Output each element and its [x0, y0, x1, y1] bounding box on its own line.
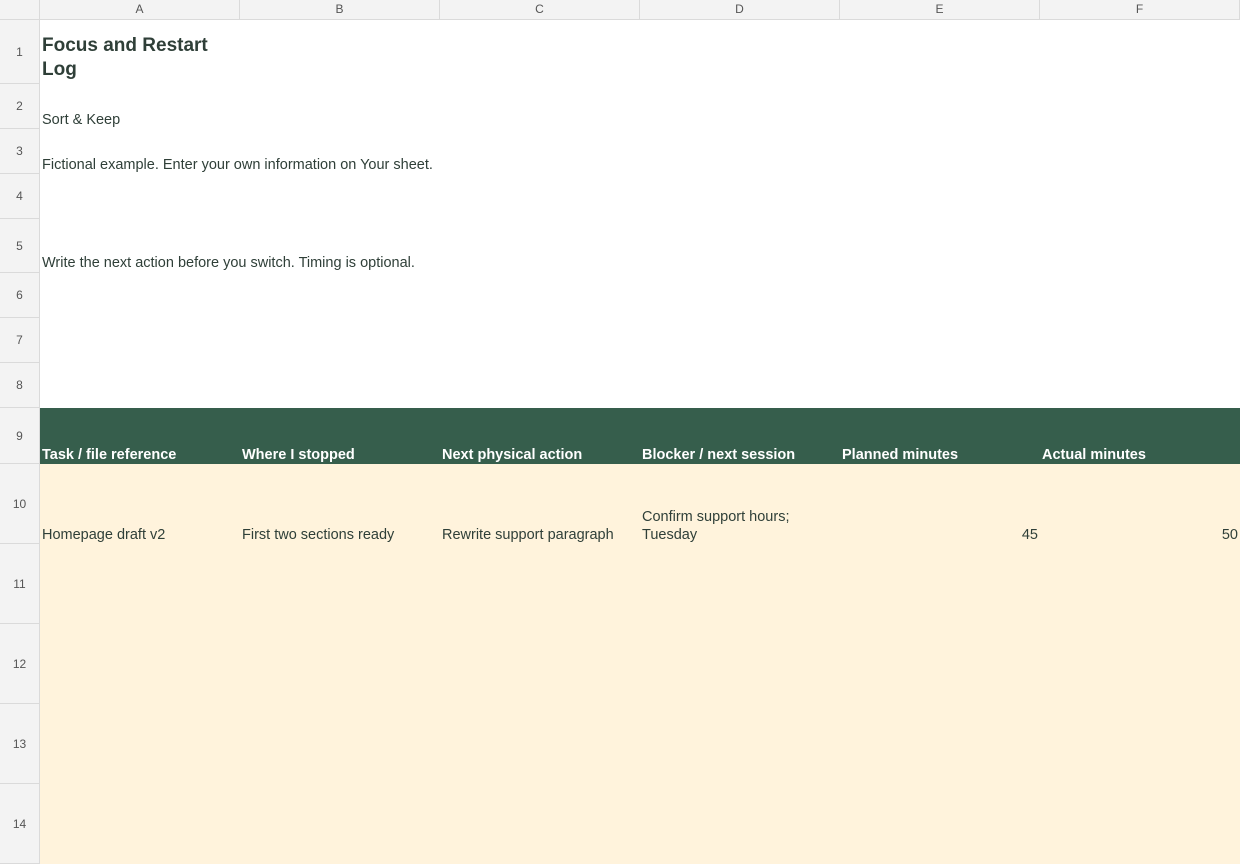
sheet-row-7	[40, 318, 1240, 363]
cell-task[interactable]: Homepage draft v2	[40, 464, 240, 544]
row-header-8[interactable]: 8	[0, 363, 40, 408]
column-header-a[interactable]: A	[40, 0, 240, 20]
cell-blocker[interactable]: Confirm support hours; Tuesday	[640, 464, 840, 544]
header-planned-minutes[interactable]: Planned minutes	[840, 408, 1040, 464]
column-header-b[interactable]: B	[240, 0, 440, 20]
row-header-4[interactable]: 4	[0, 174, 40, 219]
column-headers: A B C D E F	[40, 0, 1240, 20]
header-actual-minutes[interactable]: Actual minutes	[1040, 408, 1240, 464]
header-task[interactable]: Task / file reference	[40, 408, 240, 464]
column-header-f[interactable]: F	[1040, 0, 1240, 20]
sheet-row-4	[40, 174, 1240, 219]
row-header-6[interactable]: 6	[0, 273, 40, 318]
sheet-row-1: Focus and Restart Log	[40, 20, 1240, 84]
row-header-3[interactable]: 3	[0, 129, 40, 174]
row-header-5[interactable]: 5	[0, 219, 40, 273]
sheet-row-6	[40, 273, 1240, 318]
column-header-e[interactable]: E	[840, 0, 1040, 20]
row-headers: 1 2 3 4 5 6 7 8 9 10 11 12 13 14	[0, 20, 40, 864]
row-header-11[interactable]: 11	[0, 544, 40, 624]
row-header-10[interactable]: 10	[0, 464, 40, 544]
column-header-c[interactable]: C	[440, 0, 640, 20]
header-next-action[interactable]: Next physical action	[440, 408, 640, 464]
sheet-instruction[interactable]: Write the next action before you switch.…	[42, 255, 415, 271]
cell-actual-minutes[interactable]: 50	[1040, 464, 1240, 544]
sheet-row-5: Write the next action before you switch.…	[40, 219, 1240, 273]
table-row-empty[interactable]	[40, 784, 1240, 864]
table-header-row: Task / file reference Where I stopped Ne…	[40, 408, 1240, 464]
sheet-row-8	[40, 363, 1240, 408]
table-row-empty[interactable]	[40, 544, 1240, 624]
select-all-corner[interactable]	[0, 0, 40, 20]
row-header-14[interactable]: 14	[0, 784, 40, 864]
sheet-grid: Focus and Restart Log Sort & Keep Fictio…	[40, 20, 1240, 864]
row-header-12[interactable]: 12	[0, 624, 40, 704]
row-header-7[interactable]: 7	[0, 318, 40, 363]
table-row-empty[interactable]	[40, 624, 1240, 704]
sheet-note[interactable]: Fictional example. Enter your own inform…	[42, 157, 433, 173]
table-row: Homepage draft v2 First two sections rea…	[40, 464, 1240, 544]
cell-next-action[interactable]: Rewrite support paragraph	[440, 464, 640, 544]
sheet-subtitle[interactable]: Sort & Keep	[42, 112, 120, 128]
column-header-d[interactable]: D	[640, 0, 840, 20]
row-header-2[interactable]: 2	[0, 84, 40, 129]
sheet-row-2: Sort & Keep	[40, 84, 1240, 129]
header-where-stopped[interactable]: Where I stopped	[240, 408, 440, 464]
sheet-title[interactable]: Focus and Restart Log	[40, 20, 240, 84]
sheet-row-3: Fictional example. Enter your own inform…	[40, 129, 1240, 174]
cell-planned-minutes[interactable]: 45	[840, 464, 1040, 544]
row-header-1[interactable]: 1	[0, 20, 40, 84]
cell-where-stopped[interactable]: First two sections ready	[240, 464, 440, 544]
row-header-9[interactable]: 9	[0, 408, 40, 464]
row-header-13[interactable]: 13	[0, 704, 40, 784]
table-row-empty[interactable]	[40, 704, 1240, 784]
header-blocker[interactable]: Blocker / next session	[640, 408, 840, 464]
